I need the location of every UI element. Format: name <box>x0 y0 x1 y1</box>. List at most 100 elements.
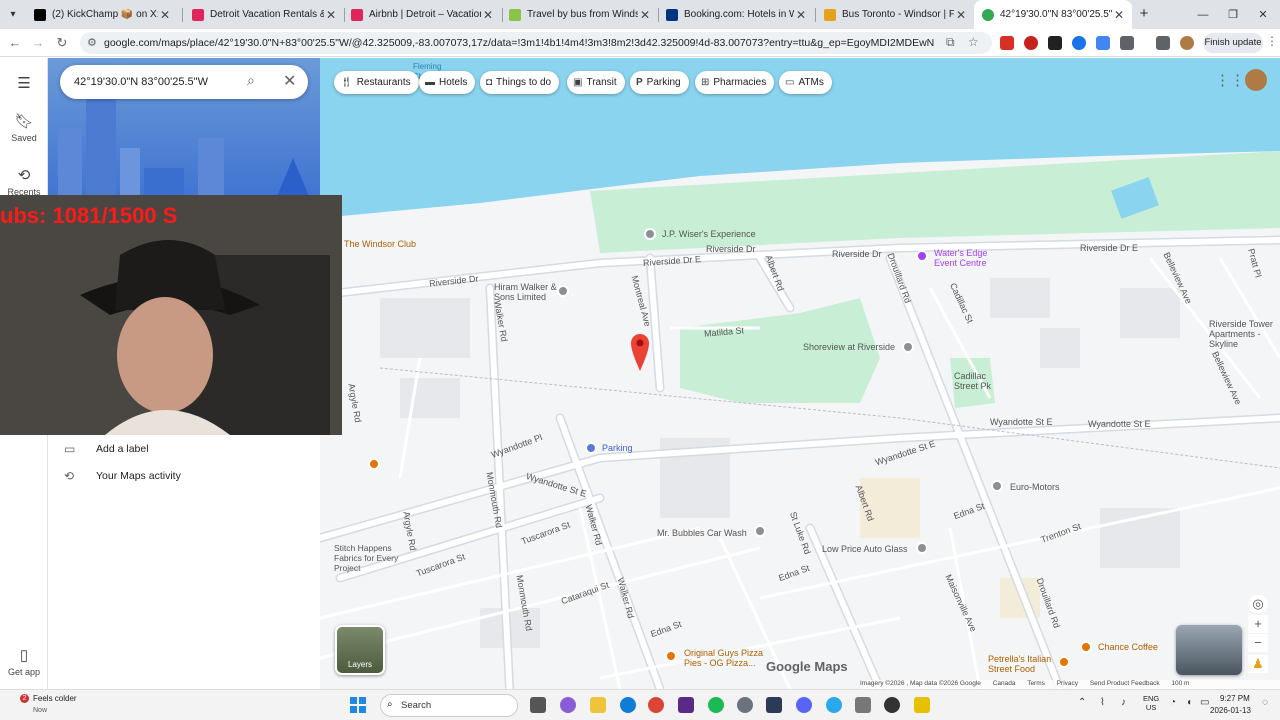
windows-start-icon[interactable] <box>350 697 366 713</box>
restaurant-marker[interactable] <box>665 650 677 662</box>
poi-label[interactable]: Hiram Walker & Sons Limited <box>494 282 564 302</box>
extension-icon[interactable] <box>1048 36 1062 50</box>
tab-search-icon[interactable]: ▾ <box>4 6 22 24</box>
poi-label[interactable]: Stitch Happens Fabrics for Every Project <box>334 543 410 573</box>
browser-tab[interactable]: Airbnb | Detroit – Vacation Ren ✕ <box>343 0 501 29</box>
browser-tab[interactable]: Travel by bus from Windsor, ON ✕ <box>501 0 658 29</box>
chip-atms[interactable]: ▭ ATMs <box>779 71 832 94</box>
new-tab-button[interactable]: + <box>1135 5 1153 23</box>
poi-marker[interactable] <box>916 542 928 554</box>
browser-tab[interactable]: Bus Toronto - Windsor | Find th ✕ <box>816 0 974 29</box>
settings-gear-icon[interactable] <box>737 697 753 713</box>
poi-label[interactable]: J.P. Wiser's Experience <box>662 229 756 239</box>
edge-icon[interactable] <box>620 697 636 713</box>
network-icon[interactable]: ⌇ <box>1100 697 1116 713</box>
close-tab-icon[interactable]: ✕ <box>158 8 172 22</box>
scale-label[interactable]: 100 m <box>1171 680 1189 687</box>
task-view-icon[interactable] <box>530 697 546 713</box>
obs-icon[interactable] <box>884 697 900 713</box>
chip-transit[interactable]: ▣ Transit <box>567 71 625 94</box>
extension-icon[interactable] <box>1000 36 1014 50</box>
poi-label[interactable]: Mr. Bubbles Car Wash <box>657 528 747 538</box>
cafe-marker[interactable] <box>1080 641 1092 653</box>
app-icon[interactable] <box>766 697 782 713</box>
reload-icon[interactable]: ↻ <box>53 34 71 52</box>
avatar[interactable] <box>1245 69 1267 91</box>
parking-marker[interactable] <box>585 442 597 454</box>
extension-icon[interactable] <box>1024 36 1038 50</box>
poi-marker[interactable] <box>557 285 569 297</box>
browser-tab[interactable]: Detroit Vacation Rentals & Hon ✕ <box>184 0 344 29</box>
close-tab-icon[interactable]: ✕ <box>954 8 968 22</box>
poi-label[interactable]: The Windsor Club <box>344 239 416 249</box>
poi-label[interactable]: Low Price Auto Glass <box>822 544 908 554</box>
finish-update-button[interactable]: Finish update <box>1203 33 1263 53</box>
close-tab-icon[interactable]: ✕ <box>638 8 652 22</box>
get-app-button[interactable]: ▯ Get app <box>0 646 48 677</box>
chip-restaurants[interactable]: 🍴︎ Restaurants <box>334 71 419 94</box>
chip-hotels[interactable]: ▬ Hotels <box>419 71 476 94</box>
reading-list-icon[interactable] <box>1156 36 1170 50</box>
extensions-puzzle-icon[interactable] <box>1120 36 1134 50</box>
privacy-link[interactable]: Privacy <box>1057 680 1078 687</box>
search-box[interactable]: 42°19'30.0"N 83°00'25.5"W ⌕ ✕ <box>60 65 308 99</box>
pegman-icon[interactable]: ♟ <box>1248 655 1268 673</box>
app-icon[interactable] <box>678 697 694 713</box>
chip-things-to-do[interactable]: ◘ Things to do <box>480 71 560 94</box>
clock-time[interactable]: 9:27 PM <box>1220 694 1250 703</box>
zoom-out-button[interactable]: − <box>1248 634 1268 652</box>
snipping-tool-icon[interactable] <box>855 697 871 713</box>
park-label[interactable]: Cadillac Street Pk <box>954 371 999 391</box>
service-marker[interactable] <box>368 458 380 470</box>
feedback-link[interactable]: Send Product Feedback <box>1090 680 1160 687</box>
maps-activity-item[interactable]: ⟲ Your Maps activity <box>64 466 181 486</box>
browser-menu-icon[interactable]: ⋮ <box>1266 34 1280 48</box>
close-tab-icon[interactable]: ✕ <box>481 8 495 22</box>
chevron-up-icon[interactable]: ⌃ <box>1078 697 1094 713</box>
close-window-icon[interactable]: ✕ <box>1252 6 1274 24</box>
site-info-icon[interactable]: ⚙ <box>87 36 97 49</box>
url-text[interactable]: google.com/maps/place/42°19'30.0"N+83°00… <box>104 37 934 49</box>
poi-label[interactable]: Riverside Tower Apartments - Skyline <box>1209 319 1280 349</box>
poi-label[interactable]: Parking <box>602 443 633 453</box>
browser-tab[interactable]: (2) KickChamp 📦 on X: "Fans a ✕ <box>26 0 178 29</box>
minimize-icon[interactable]: — <box>1192 6 1214 24</box>
poi-label[interactable]: Chance Coffee <box>1098 642 1158 652</box>
region-link[interactable]: Canada <box>993 680 1016 687</box>
chip-pharmacies[interactable]: ⊞ Pharmacies <box>695 71 775 94</box>
poi-label[interactable]: Shoreview at Riverside <box>803 342 895 352</box>
app-icon[interactable] <box>914 697 930 713</box>
spotify-icon[interactable] <box>708 697 724 713</box>
extension-icon[interactable] <box>1072 36 1086 50</box>
poi-label[interactable]: Original Guys Pizza Pies - OG Pizza... <box>684 648 774 668</box>
forward-icon[interactable]: → <box>29 34 47 52</box>
event-venue-marker[interactable] <box>916 250 928 262</box>
profile-avatar[interactable] <box>1180 36 1194 50</box>
chip-parking[interactable]: P Parking <box>630 71 689 94</box>
wifi-icon[interactable]: ◔ <box>1170 697 1186 713</box>
microphone-icon[interactable]: ♪ <box>1121 697 1137 713</box>
zoom-in-button[interactable]: + <box>1248 615 1268 633</box>
poi-marker[interactable] <box>991 480 1003 492</box>
recents-button[interactable]: ⟲ Recents <box>0 166 48 197</box>
poi-label[interactable]: Euro-Motors <box>1010 482 1060 492</box>
layers-button[interactable]: Layers <box>335 625 385 675</box>
notifications-icon[interactable]: ◌ <box>1262 697 1278 713</box>
search-input[interactable]: 42°19'30.0"N 83°00'25.5"W <box>74 76 208 88</box>
clock-date[interactable]: 2026-01-13 <box>1210 706 1251 715</box>
install-app-icon[interactable]: ⧉ <box>946 35 955 50</box>
poi-marker[interactable] <box>644 228 656 240</box>
my-location-icon[interactable]: ◎ <box>1248 595 1268 613</box>
menu-icon[interactable]: ☰ <box>0 74 48 95</box>
chrome-icon[interactable] <box>648 697 664 713</box>
bookmark-star-icon[interactable]: ☆ <box>968 35 979 49</box>
terms-link[interactable]: Terms <box>1027 680 1045 687</box>
extension-icon[interactable] <box>1096 36 1110 50</box>
taskbar-search[interactable]: ⌕ Search <box>380 694 518 717</box>
browser-tab[interactable]: Booking.com: Hotels in Windso ✕ <box>658 0 814 29</box>
language-indicator[interactable]: ENG US <box>1143 694 1159 712</box>
maximize-icon[interactable]: ❐ <box>1222 6 1244 24</box>
poi-label[interactable]: Petrella's Italian Street Food <box>988 654 1058 674</box>
close-tab-icon[interactable]: ✕ <box>1112 8 1126 22</box>
browser-tab-active[interactable]: 42°19'30.0"N 83°00'25.5"W - G ✕ <box>974 0 1132 29</box>
